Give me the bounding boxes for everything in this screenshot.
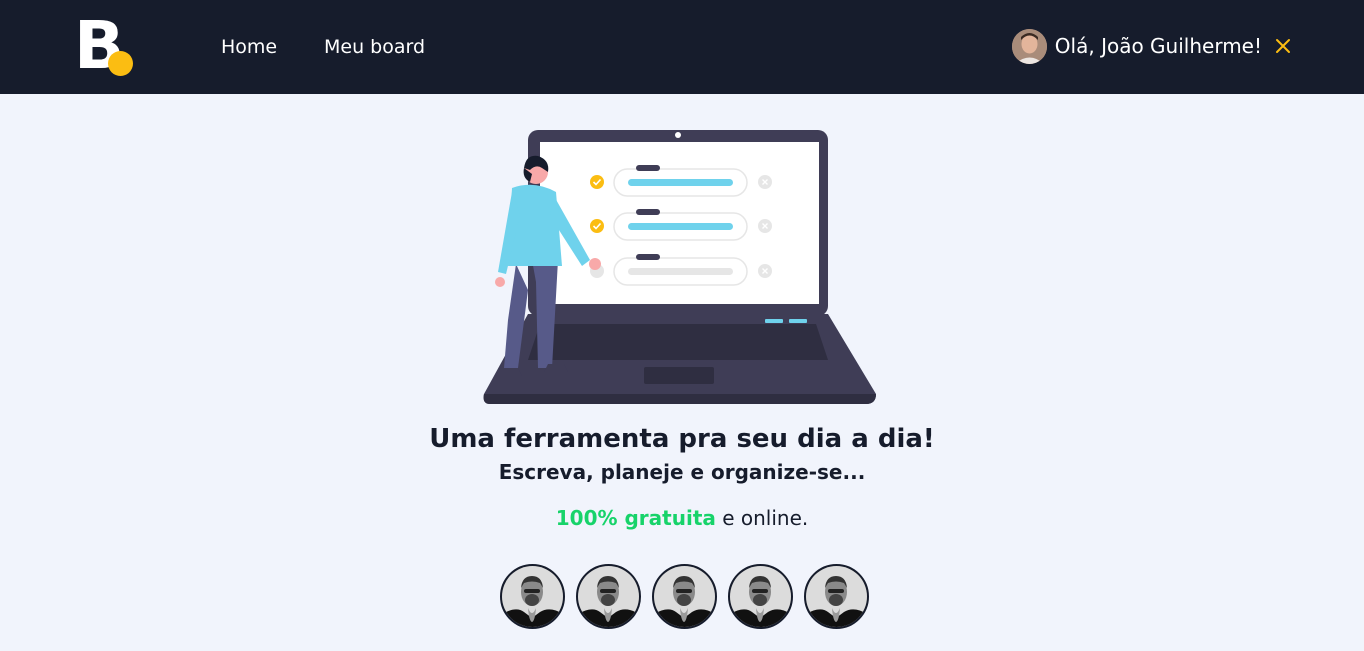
testimonial-avatar[interactable] [652,564,717,629]
tagline-rest: e online. [715,506,809,530]
close-icon [1276,39,1290,53]
testimonial-avatar[interactable] [576,564,641,629]
testimonial-avatar[interactable] [804,564,869,629]
brand-logo[interactable]: B [74,13,136,79]
portrait-photo-icon [578,566,639,627]
user-greeting: Olá, João Guilherme! [1054,34,1262,58]
hero-tagline: 100% gratuita e online. [0,505,1364,531]
logo-dot [108,51,133,76]
testimonial-avatar[interactable] [500,564,565,629]
hero-headline: Uma ferramenta pra seu dia a dia! [429,424,935,454]
free-highlight: 100% gratuita [555,506,716,530]
nav-home-link[interactable]: Home [221,35,277,59]
testimonial-avatars [500,564,869,629]
testimonial-avatar[interactable] [728,564,793,629]
portrait-photo-icon [502,566,563,627]
portrait-photo-icon [806,566,867,627]
laptop-checklist-illustration [483,130,876,404]
portrait-photo-icon [730,566,791,627]
nav-my-board-link[interactable]: Meu board [324,35,425,59]
user-avatar-image [1011,28,1047,64]
user-menu: Olá, João Guilherme! [1011,28,1292,64]
user-avatar[interactable] [1011,28,1047,64]
close-button[interactable] [1274,37,1292,55]
top-navbar: B Home Meu board Olá, João Guilherme! [0,0,1364,94]
hero-subline: Escreva, planeje e organize-se... [498,460,866,484]
portrait-photo-icon [654,566,715,627]
